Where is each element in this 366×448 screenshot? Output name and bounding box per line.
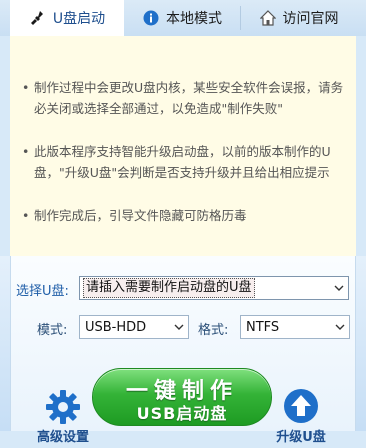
- notice-item: • 制作完成后，引导文件隐藏可防格历毒: [22, 205, 348, 226]
- mode-select[interactable]: USB-HDD: [79, 315, 189, 339]
- tab-local-mode[interactable]: 本地模式: [124, 0, 240, 36]
- format-select[interactable]: NTFS: [240, 315, 350, 339]
- chevron-down-icon: [331, 316, 349, 338]
- format-value: NTFS: [246, 319, 280, 335]
- arrow-up-icon: [284, 389, 318, 423]
- usb-drive-value: 请插入需要制作启动盘的U盘: [83, 278, 255, 298]
- info-icon: [142, 9, 160, 27]
- upgrade-usb-button[interactable]: 升级U盘: [266, 388, 336, 448]
- tab-official-site-label: 访问官网: [282, 11, 339, 27]
- tab-local-mode-label: 本地模式: [166, 11, 222, 27]
- chevron-down-icon: [170, 316, 188, 338]
- format-label: 格式:: [198, 323, 229, 338]
- tab-usb-boot[interactable]: U盘启动: [10, 0, 124, 36]
- tab-official-site[interactable]: 访问官网: [241, 0, 356, 36]
- notice-item: • 此版本程序支持智能升级启动盘，以前的版本制作的U盘，"升级U盘"会判断是否支…: [22, 141, 348, 183]
- bullet: •: [22, 80, 30, 95]
- bullet: •: [22, 144, 30, 159]
- advanced-settings-label: 高级设置: [36, 430, 89, 445]
- notice-panel: • 制作过程中会更改U盘内核，某些安全软件会误报，请务必关闭或选择全部通过，以免…: [10, 36, 356, 256]
- tab-bar: U盘启动 本地模式 访问官网: [0, 0, 366, 36]
- mode-value: USB-HDD: [85, 319, 147, 335]
- mode-label: 模式:: [37, 323, 68, 338]
- usb-drive-select[interactable]: 请插入需要制作启动盘的U盘: [79, 276, 349, 300]
- make-button-line2: USB启动盘: [136, 404, 228, 423]
- upgrade-usb-label: 升级U盘: [276, 430, 326, 445]
- usb-icon: [29, 9, 47, 27]
- make-bootable-usb-button[interactable]: 一键制作 USB启动盘: [92, 368, 272, 426]
- tab-usb-boot-label: U盘启动: [52, 11, 106, 27]
- chevron-down-icon: [330, 277, 348, 299]
- notice-item: • 制作过程中会更改U盘内核，某些安全软件会误报，请务必关闭或选择全部通过，以免…: [22, 77, 348, 119]
- usb-select-label: 选择U盘:: [16, 284, 69, 299]
- home-icon: [259, 9, 277, 27]
- advanced-settings-button[interactable]: 高级设置: [28, 388, 98, 448]
- bullet: •: [22, 208, 30, 223]
- gear-icon: [46, 390, 80, 424]
